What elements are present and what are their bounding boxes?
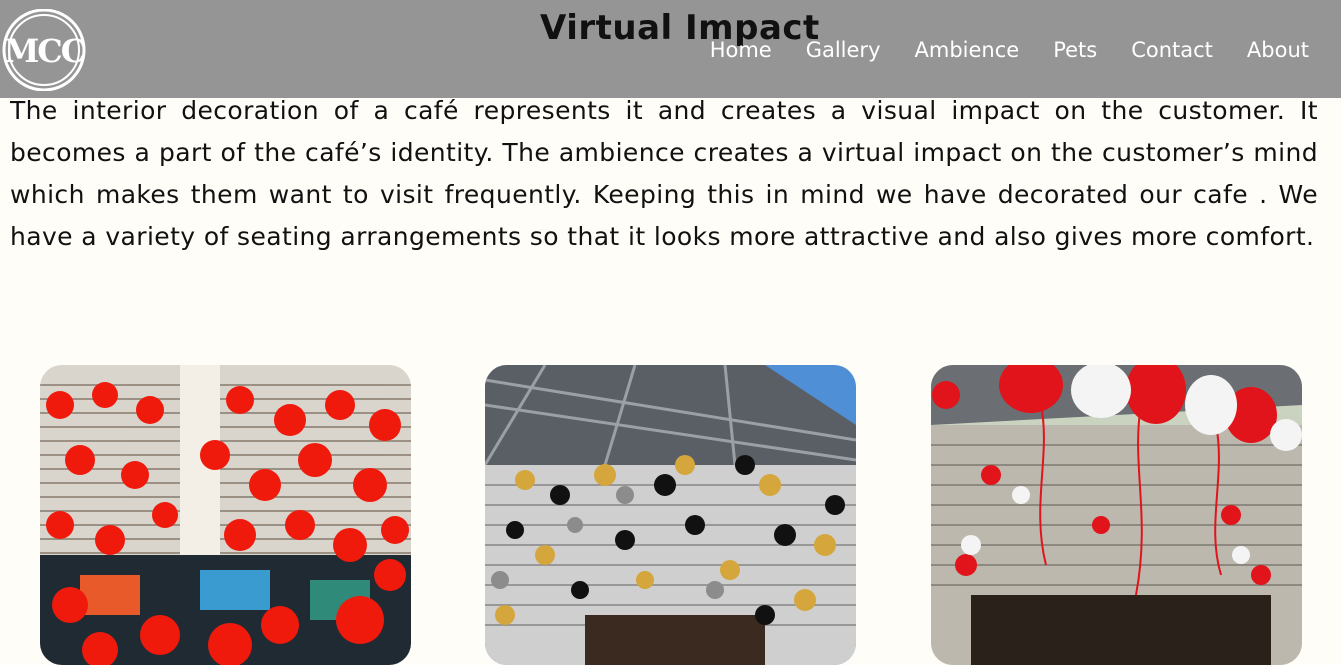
mcc-logo[interactable]: MCC <box>1 8 87 92</box>
nav-pets[interactable]: Pets <box>1053 38 1097 62</box>
site-header: MCC Virtual Impact Home Gallery Ambience… <box>0 0 1341 98</box>
nav-ambience[interactable]: Ambience <box>915 38 1020 62</box>
nav-gallery[interactable]: Gallery <box>806 38 881 62</box>
mcc-logo-icon: MCC <box>2 8 87 92</box>
svg-text:MCC: MCC <box>4 32 85 70</box>
nav-about[interactable]: About <box>1247 38 1309 62</box>
red-heart-balloons-photo[interactable] <box>40 365 411 665</box>
black-gold-balloons-photo[interactable] <box>485 365 856 665</box>
nav-contact[interactable]: Contact <box>1131 38 1213 62</box>
nav-home[interactable]: Home <box>710 38 772 62</box>
red-white-balloons-photo[interactable] <box>931 365 1302 665</box>
main-nav: Home Gallery Ambience Pets Contact About <box>710 38 1309 62</box>
intro-paragraph: The interior decoration of a café repres… <box>10 96 1318 251</box>
